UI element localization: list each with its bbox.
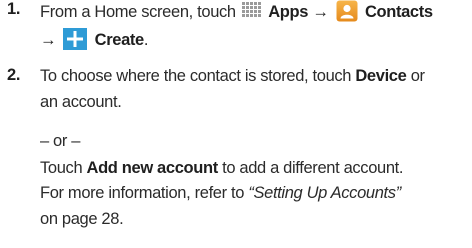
device-label: Device bbox=[355, 67, 407, 85]
apps-label: Apps bbox=[268, 3, 309, 21]
step-number: 2. bbox=[7, 66, 21, 84]
contacts-label: Contacts bbox=[364, 3, 433, 21]
step-text: From a Home screen, touch bbox=[40, 3, 236, 21]
step-2-line-2: an account. bbox=[40, 93, 122, 111]
step-text: or bbox=[410, 67, 425, 85]
step-text: To choose where the contact is stored, t… bbox=[40, 67, 352, 85]
step-text: Touch bbox=[40, 159, 83, 177]
step-2-line-5: on page 28. bbox=[40, 210, 124, 228]
step-text: to add a different account. bbox=[222, 159, 404, 177]
create-plus-icon bbox=[63, 28, 88, 50]
arrow: → bbox=[40, 31, 57, 49]
add-new-account-label: Add new account bbox=[86, 159, 219, 177]
step-2-line-3: Touch Add new account to add a different… bbox=[40, 158, 404, 178]
apps-grid-icon bbox=[241, 2, 261, 17]
create-label: Create bbox=[94, 31, 145, 49]
or-divider: – or – bbox=[40, 132, 81, 150]
cross-reference: “Setting Up Accounts” bbox=[248, 184, 401, 202]
document-page: 1. From a Home screen, touch Apps → Cont… bbox=[0, 0, 472, 248]
period: . bbox=[143, 31, 149, 49]
step-2-line-4: For more information, refer to “Setting … bbox=[40, 183, 401, 203]
step-2-line-1: To choose where the contact is stored, t… bbox=[40, 66, 425, 86]
step-1-line-2: → Create. bbox=[40, 28, 148, 50]
contacts-icon bbox=[336, 0, 358, 22]
step-1-line-1: From a Home screen, touch Apps → Contact… bbox=[40, 0, 433, 22]
step-number: 1. bbox=[7, 0, 21, 18]
step-text: For more information, refer to bbox=[40, 184, 245, 202]
arrow: → bbox=[312, 3, 329, 21]
